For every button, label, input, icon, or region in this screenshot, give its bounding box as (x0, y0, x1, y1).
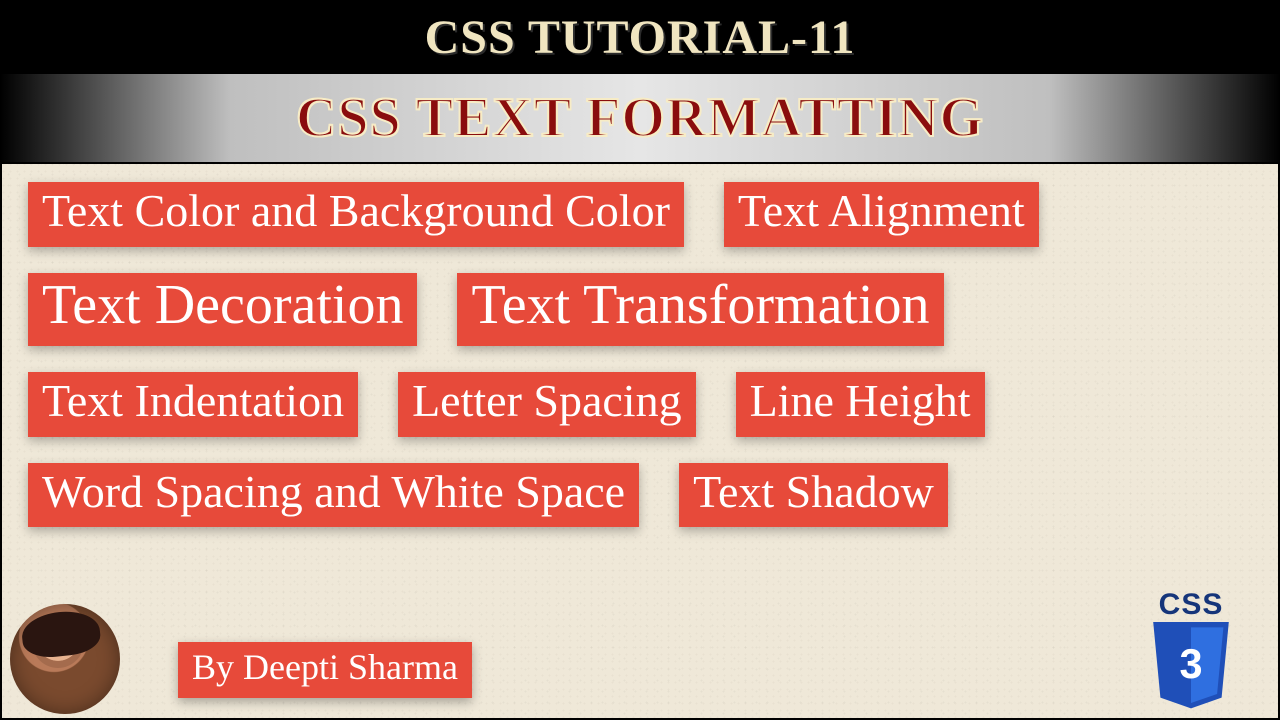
topic-tag: Text Alignment (724, 182, 1039, 247)
topic-tag: Text Transformation (457, 273, 943, 347)
css3-badge-label: CSS (1136, 588, 1246, 622)
page-title: CSS TUTORIAL-11 (425, 10, 856, 65)
byline: By Deepti Sharma (178, 642, 472, 698)
topic-tag: Letter Spacing (398, 372, 696, 437)
topic-row: Text Decoration Text Transformation (28, 273, 1252, 347)
subtitle-bar: CSS TEXT FORMATTING (0, 74, 1280, 164)
css3-badge-number: 3 (1179, 641, 1202, 687)
shield-icon: 3 (1141, 622, 1241, 712)
header-bar: CSS TUTORIAL-11 (0, 0, 1280, 74)
topic-row: Text Indentation Letter Spacing Line Hei… (28, 372, 1252, 437)
topic-tag: Text Shadow (679, 463, 948, 528)
topic-tag: Text Color and Background Color (28, 182, 684, 247)
topic-tag: Line Height (736, 372, 985, 437)
css3-badge: CSS 3 (1136, 588, 1246, 712)
topic-row: Text Color and Background Color Text Ali… (28, 182, 1252, 247)
footer: By Deepti Sharma CSS 3 (0, 602, 1280, 720)
page-subtitle: CSS TEXT FORMATTING (296, 86, 984, 150)
topic-tag: Word Spacing and White Space (28, 463, 639, 528)
topics-area: Text Color and Background Color Text Ali… (0, 164, 1280, 553)
topic-tag: Text Indentation (28, 372, 358, 437)
avatar (10, 604, 120, 714)
topic-row: Word Spacing and White Space Text Shadow (28, 463, 1252, 528)
topic-tag: Text Decoration (28, 273, 417, 347)
